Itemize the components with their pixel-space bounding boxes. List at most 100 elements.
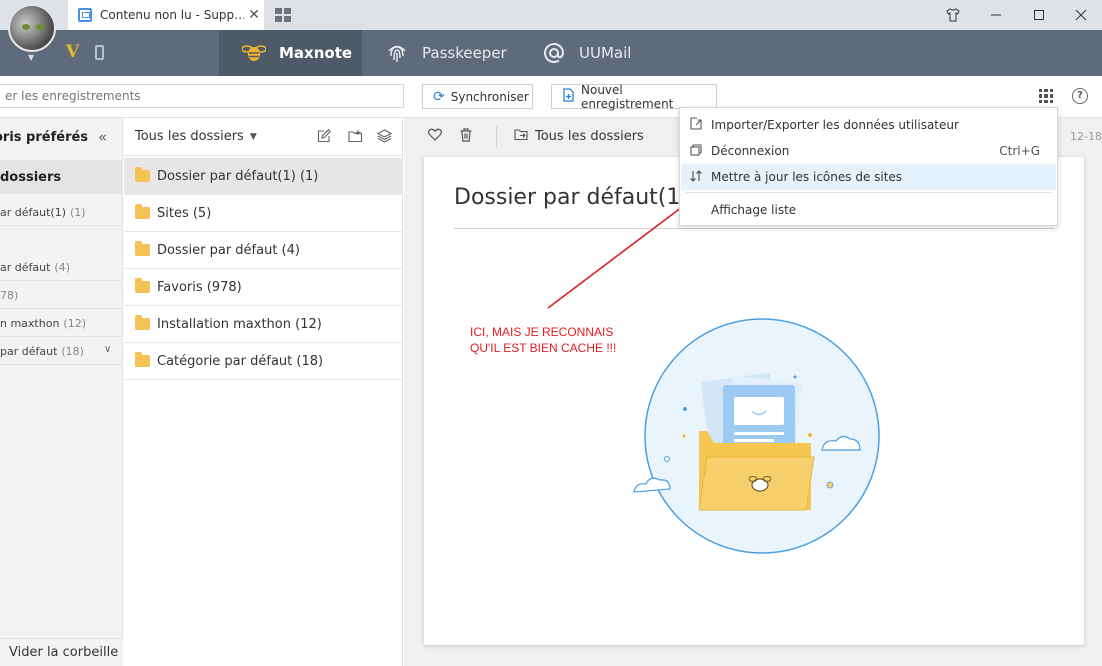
update-arrows-icon: [681, 169, 711, 185]
menu-item-label: Mettre à jour les icônes de sites: [711, 170, 903, 184]
move-to-folder-button[interactable]: Tous les dossiers: [514, 128, 644, 145]
sidebar-all-folders-label: dossiers: [0, 169, 62, 185]
sidebar-title: oris préférés: [0, 129, 89, 145]
layers-icon[interactable]: [376, 129, 392, 145]
trash-icon[interactable]: [460, 128, 472, 146]
folder-label: Catégorie par défaut (18): [157, 353, 324, 369]
collapse-sidebar-icon[interactable]: «: [98, 128, 107, 146]
sidebar-item-count: (18): [61, 345, 84, 358]
heart-icon[interactable]: [428, 128, 442, 145]
menu-divider: [686, 192, 1052, 193]
new-record-button[interactable]: Nouvel enregistrement: [551, 83, 717, 111]
sync-button[interactable]: ⟳ Synchroniser: [422, 84, 533, 109]
sidebar-item-label: par défaut: [0, 345, 58, 358]
sidebar-item-label: n maxthon: [0, 317, 60, 330]
new-document-icon: [562, 87, 575, 106]
menu-item-update-site-icons[interactable]: Mettre à jour les icônes de sites: [681, 164, 1056, 190]
user-avatar[interactable]: [8, 4, 56, 52]
tab-overview-icon[interactable]: [275, 8, 291, 22]
tab-uumail[interactable]: UUMail: [541, 30, 651, 76]
folder-icon: [135, 241, 150, 256]
search-input[interactable]: [0, 84, 404, 108]
folder-icon: [135, 278, 150, 293]
note-title[interactable]: Dossier par défaut(1): [454, 185, 689, 210]
tab-close-icon[interactable]: ✕: [244, 7, 264, 23]
sidebar-item[interactable]: ar défaut (4): [0, 255, 123, 281]
sidebar-item[interactable]: ar défaut(1) (1): [0, 200, 123, 226]
folder-icon: [135, 352, 150, 367]
folder-row[interactable]: Catégorie par défaut (18): [124, 343, 403, 380]
tab-passkeeper-label: Passkeeper: [422, 44, 507, 62]
toolbar-divider: [496, 126, 497, 148]
menu-item-import-export[interactable]: Importer/Exporter les données utilisateu…: [681, 112, 1056, 138]
vip-badge-icon[interactable]: V: [66, 42, 79, 62]
sidebar-item[interactable]: n maxthon (12): [0, 311, 123, 337]
annotation-line-2: QU'IL EST BIEN CACHE !!!: [470, 341, 617, 355]
note-card: Dossier par défaut(1): [424, 157, 1084, 645]
annotation-line-1: ICI, MAIS JE RECONNAIS: [470, 325, 614, 339]
sync-button-label: Synchroniser: [450, 89, 529, 104]
bee-icon: [241, 40, 267, 66]
menu-item-label: Importer/Exporter les données utilisateu…: [711, 118, 959, 132]
folder-label: Installation maxthon (12): [157, 316, 322, 332]
folder-row[interactable]: Sites (5): [124, 195, 403, 232]
favorites-sidebar: oris préférés « dossiers ar défaut(1) (1…: [0, 118, 123, 666]
folder-row[interactable]: Dossier par défaut(1) (1): [124, 158, 403, 195]
apps-grid-icon[interactable]: [1039, 89, 1053, 103]
close-icon[interactable]: [1058, 0, 1102, 30]
current-folder-label: Tous les dossiers: [535, 129, 644, 144]
tab-title: Contenu non lu - Supp…: [100, 8, 244, 22]
new-folder-icon[interactable]: [347, 129, 363, 145]
page-favicon-icon: [78, 8, 92, 22]
folder-icon: [135, 204, 150, 219]
folder-filter-label: Tous les dossiers: [135, 129, 244, 144]
annotation-text: ICI, MAIS JE RECONNAIS QU'IL EST BIEN CA…: [470, 324, 616, 356]
app-header-bar: V Maxnote Passkeeper UUMail: [0, 30, 1102, 76]
avatar-caret-icon[interactable]: ▼: [28, 53, 34, 62]
sidebar-item-count: (12): [63, 317, 87, 330]
note-date: 12-18: [1070, 130, 1102, 143]
sidebar-item-all-folders[interactable]: dossiers: [0, 160, 123, 194]
sidebar-item[interactable]: par défaut (18) ∨: [0, 339, 123, 365]
chevron-down-icon[interactable]: ∨: [104, 344, 111, 355]
folder-label: Sites (5): [157, 205, 212, 221]
sync-icon: ⟳: [433, 88, 445, 105]
help-icon[interactable]: ?: [1072, 88, 1088, 104]
folder-label: Favoris (978): [157, 279, 242, 295]
empty-note-illustration: [633, 318, 880, 554]
options-menu: Importer/Exporter les données utilisateu…: [679, 107, 1058, 226]
folder-move-icon: [514, 128, 529, 145]
menu-item-list-view[interactable]: Affichage liste: [681, 197, 1056, 223]
edit-note-icon[interactable]: [316, 129, 332, 145]
folder-list: Tous les dossiers ▼ Dossier par défaut(1…: [124, 118, 403, 666]
menu-item-logout[interactable]: Déconnexion Ctrl+G: [681, 138, 1056, 164]
tab-passkeeper[interactable]: Passkeeper: [384, 30, 524, 76]
browser-tab[interactable]: Contenu non lu - Supp… ✕: [68, 0, 264, 30]
folder-row[interactable]: Dossier par défaut (4): [124, 232, 403, 269]
browser-titlebar: Contenu non lu - Supp… ✕: [0, 0, 1102, 30]
title-divider: [454, 228, 1054, 229]
sidebar-item-label: ar défaut(1): [0, 206, 66, 219]
folder-icon: [135, 315, 150, 330]
menu-item-label: Déconnexion: [711, 144, 790, 158]
minimize-icon[interactable]: [973, 0, 1019, 30]
fingerprint-icon: [384, 40, 410, 66]
caret-down-icon: ▼: [249, 131, 257, 142]
folder-row[interactable]: Installation maxthon (12): [124, 306, 403, 343]
folder-icon: [135, 167, 150, 182]
skin-shirt-icon[interactable]: [930, 0, 976, 30]
mobile-phone-icon[interactable]: [95, 45, 104, 60]
sidebar-item[interactable]: 78): [0, 283, 123, 309]
empty-trash-button[interactable]: Vider la corbeille: [0, 638, 123, 666]
folder-label: Dossier par défaut(1) (1): [157, 168, 319, 184]
sidebar-item-count: (1): [70, 206, 86, 219]
sidebar-item-label: 78): [0, 289, 19, 302]
tab-maxnote[interactable]: Maxnote: [219, 30, 362, 76]
import-export-icon: [681, 117, 711, 133]
folder-label: Dossier par défaut (4): [157, 242, 300, 258]
sidebar-item-count: (4): [54, 261, 71, 274]
at-icon: [541, 40, 567, 66]
folder-row[interactable]: Favoris (978): [124, 269, 403, 306]
tab-uumail-label: UUMail: [579, 44, 632, 62]
maximize-icon[interactable]: [1016, 0, 1062, 30]
